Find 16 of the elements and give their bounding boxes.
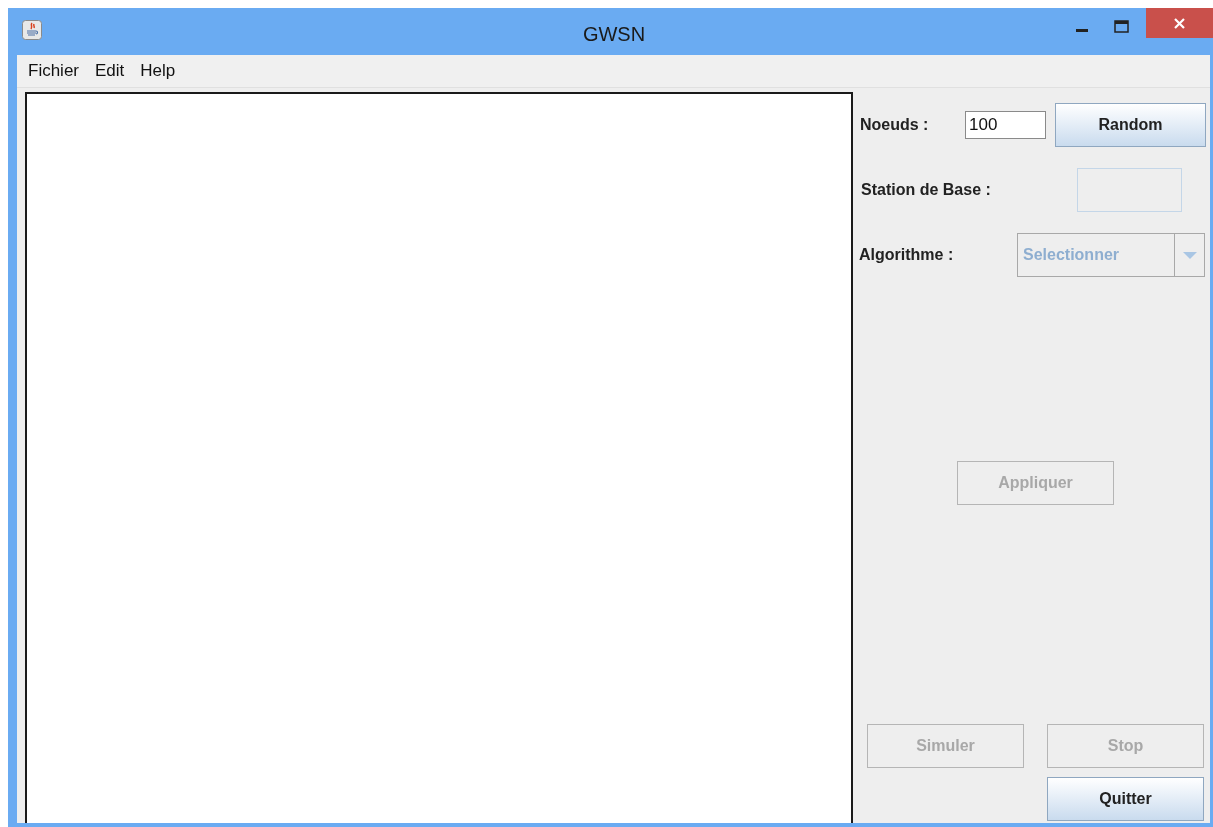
algorithm-label: Algorithme : [858,245,955,265]
random-button[interactable]: Random [1055,103,1206,147]
menu-item[interactable]: Fichier [20,58,87,84]
close-button[interactable] [1146,8,1213,38]
menu-item[interactable]: Edit [87,58,133,84]
nodes-field[interactable]: 100 [965,111,1046,139]
minimize-icon[interactable] [1076,29,1088,33]
window-title: GWSN [582,22,646,47]
maximize-icon[interactable] [1114,20,1129,33]
base-station-label: Station de Base : [860,180,992,200]
dropdown-arrow-icon [1182,251,1197,259]
menu-item[interactable]: Help [132,58,184,84]
coffee-cup-icon [22,20,42,40]
nodes-label: Noeuds : [859,115,930,135]
quit-button[interactable]: Quitter [1047,777,1204,821]
close-icon [1174,17,1185,29]
